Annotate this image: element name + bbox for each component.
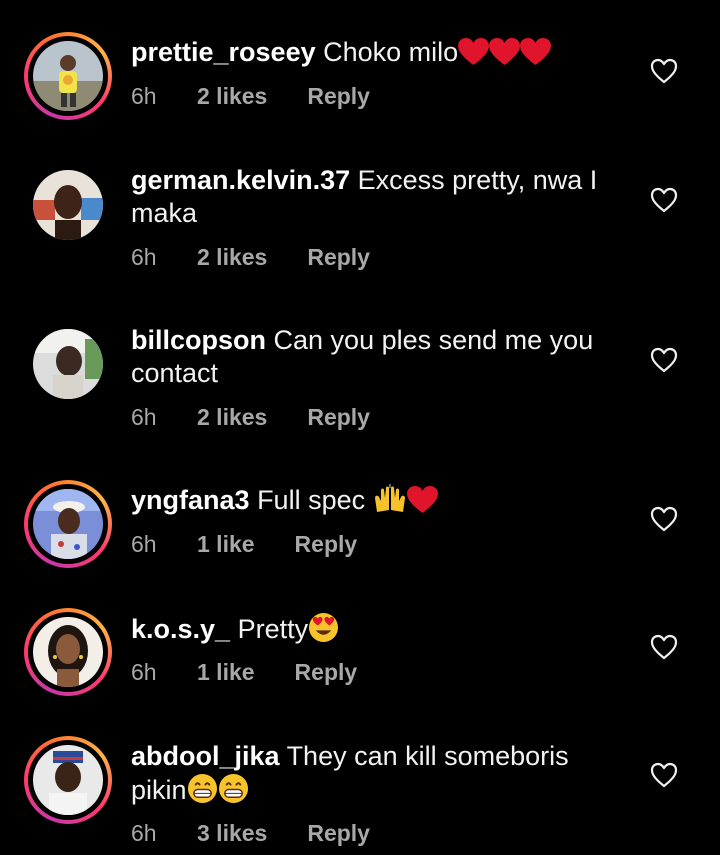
reply-button[interactable]: Reply	[307, 404, 370, 431]
avatar	[33, 489, 103, 559]
grinning-face-icon	[187, 773, 218, 812]
reply-button[interactable]: Reply	[307, 83, 370, 110]
avatar-story-ring[interactable]	[24, 736, 112, 824]
comment-text: Full spec	[257, 485, 373, 515]
avatar-wrapper[interactable]	[24, 320, 112, 408]
comment-likes[interactable]: 1 like	[197, 531, 255, 558]
avatar	[33, 617, 103, 687]
like-heart-icon[interactable]	[650, 762, 678, 788]
like-heart-icon[interactable]	[650, 187, 678, 213]
comment-username[interactable]: prettie_roseey	[131, 37, 316, 67]
comment-body: german.kelvin.37 Excess pretty, nwa I ma…	[131, 164, 611, 230]
comment-username[interactable]: german.kelvin.37	[131, 165, 350, 195]
avatar-story-ring[interactable]	[24, 32, 112, 120]
comment-body: abdool_jika They can kill someboris piki…	[131, 740, 611, 812]
comment-likes[interactable]: 2 likes	[197, 404, 267, 431]
comment-time: 6h	[131, 83, 157, 109]
like-heart-icon[interactable]	[650, 506, 678, 532]
comment-text: Pretty	[237, 614, 309, 644]
reply-button[interactable]: Reply	[307, 820, 370, 847]
comment-body: prettie_roseey Choko milo	[131, 36, 611, 74]
comment-meta: 6h 1 like Reply	[131, 531, 357, 558]
red-heart-icon	[458, 38, 490, 74]
red-heart-icon	[406, 486, 438, 522]
comment-time: 6h	[131, 820, 157, 846]
comment-likes[interactable]: 2 likes	[197, 83, 267, 110]
comment-body: yngfana3 Full spec	[131, 484, 611, 522]
comment-username[interactable]: k.o.s.y_	[131, 614, 230, 644]
comment-time: 6h	[131, 244, 157, 270]
comment-username[interactable]: yngfana3	[131, 485, 250, 515]
reply-button[interactable]: Reply	[295, 659, 358, 686]
avatar-story-ring[interactable]	[24, 480, 112, 568]
red-heart-icon	[520, 38, 552, 74]
avatar	[33, 329, 103, 399]
avatar-story-ring[interactable]	[24, 608, 112, 696]
avatar	[33, 745, 103, 815]
comment-likes[interactable]: 2 likes	[197, 244, 267, 271]
comment-meta: 6h 3 likes Reply	[131, 820, 370, 847]
comment-body: billcopson Can you ples send me you cont…	[131, 324, 611, 390]
like-heart-icon[interactable]	[650, 634, 678, 660]
comment-username[interactable]: billcopson	[131, 325, 266, 355]
avatar	[33, 41, 103, 111]
avatar	[33, 170, 103, 240]
reply-button[interactable]: Reply	[295, 531, 358, 558]
avatar-wrapper[interactable]	[24, 161, 112, 249]
comment-meta: 6h 2 likes Reply	[131, 404, 370, 431]
comment-time: 6h	[131, 531, 157, 557]
comment-meta: 6h 1 like Reply	[131, 659, 357, 686]
like-heart-icon[interactable]	[650, 347, 678, 373]
grinning-face-icon	[218, 773, 249, 812]
comment-body: k.o.s.y_ Pretty	[131, 612, 611, 651]
reply-button[interactable]: Reply	[307, 244, 370, 271]
red-heart-icon	[489, 38, 521, 74]
comment-meta: 6h 2 likes Reply	[131, 83, 370, 110]
raising-hands-icon	[373, 484, 407, 522]
comment-likes[interactable]: 1 like	[197, 659, 255, 686]
comment-meta: 6h 2 likes Reply	[131, 244, 370, 271]
comment-text: Choko milo	[323, 37, 459, 67]
comment-time: 6h	[131, 404, 157, 430]
comment-username[interactable]: abdool_jika	[131, 741, 280, 771]
comment-likes[interactable]: 3 likes	[197, 820, 267, 847]
heart-eyes-icon	[308, 612, 339, 651]
like-heart-icon[interactable]	[650, 58, 678, 84]
comment-time: 6h	[131, 659, 157, 685]
